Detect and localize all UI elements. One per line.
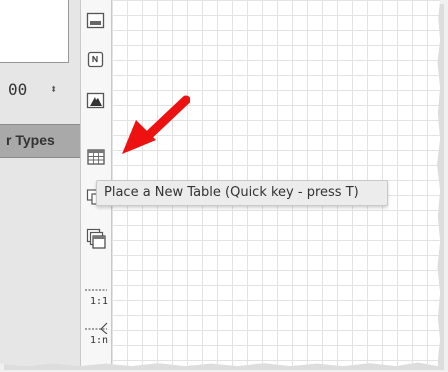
multi-table-tool-button[interactable] bbox=[86, 228, 106, 250]
up-down-arrows-icon[interactable]: ⬍ bbox=[50, 82, 57, 96]
types-section-header: r Types bbox=[0, 124, 80, 158]
image-icon bbox=[86, 92, 105, 109]
note-icon bbox=[87, 51, 104, 68]
one-to-many-relationship-button[interactable]: 1:n bbox=[84, 322, 108, 348]
types-header-label: r Types bbox=[6, 132, 55, 148]
one-to-one-label: 1:1 bbox=[90, 296, 109, 307]
note-tool-button[interactable] bbox=[86, 51, 106, 69]
one-to-many-label: 1:n bbox=[90, 335, 109, 346]
crows-foot-line-icon bbox=[85, 322, 108, 334]
multi-table-icon bbox=[86, 228, 106, 249]
value-spinner[interactable]: 00 ⬍ bbox=[0, 80, 80, 104]
preview-box bbox=[0, 0, 69, 63]
tooltip: Place a New Table (Quick key - press T) bbox=[96, 180, 388, 206]
left-panel: 00 ⬍ r Types bbox=[0, 0, 80, 366]
screenshot-clipping: 00 ⬍ r Types 1:1 1:n Place a New Table (… bbox=[0, 0, 440, 366]
spinner-value: 00 bbox=[8, 80, 28, 99]
tooltip-text: Place a New Table (Quick key - press T) bbox=[104, 185, 359, 200]
text-box-tool-button[interactable] bbox=[86, 12, 106, 30]
one-to-one-line-icon bbox=[85, 289, 107, 291]
image-tool-button[interactable] bbox=[86, 92, 106, 110]
text-box-icon bbox=[86, 12, 105, 29]
table-icon bbox=[87, 149, 105, 165]
table-tool-button[interactable] bbox=[86, 148, 106, 166]
one-to-one-relationship-button[interactable]: 1:1 bbox=[84, 286, 108, 312]
red-arrow-annotation bbox=[122, 95, 190, 154]
